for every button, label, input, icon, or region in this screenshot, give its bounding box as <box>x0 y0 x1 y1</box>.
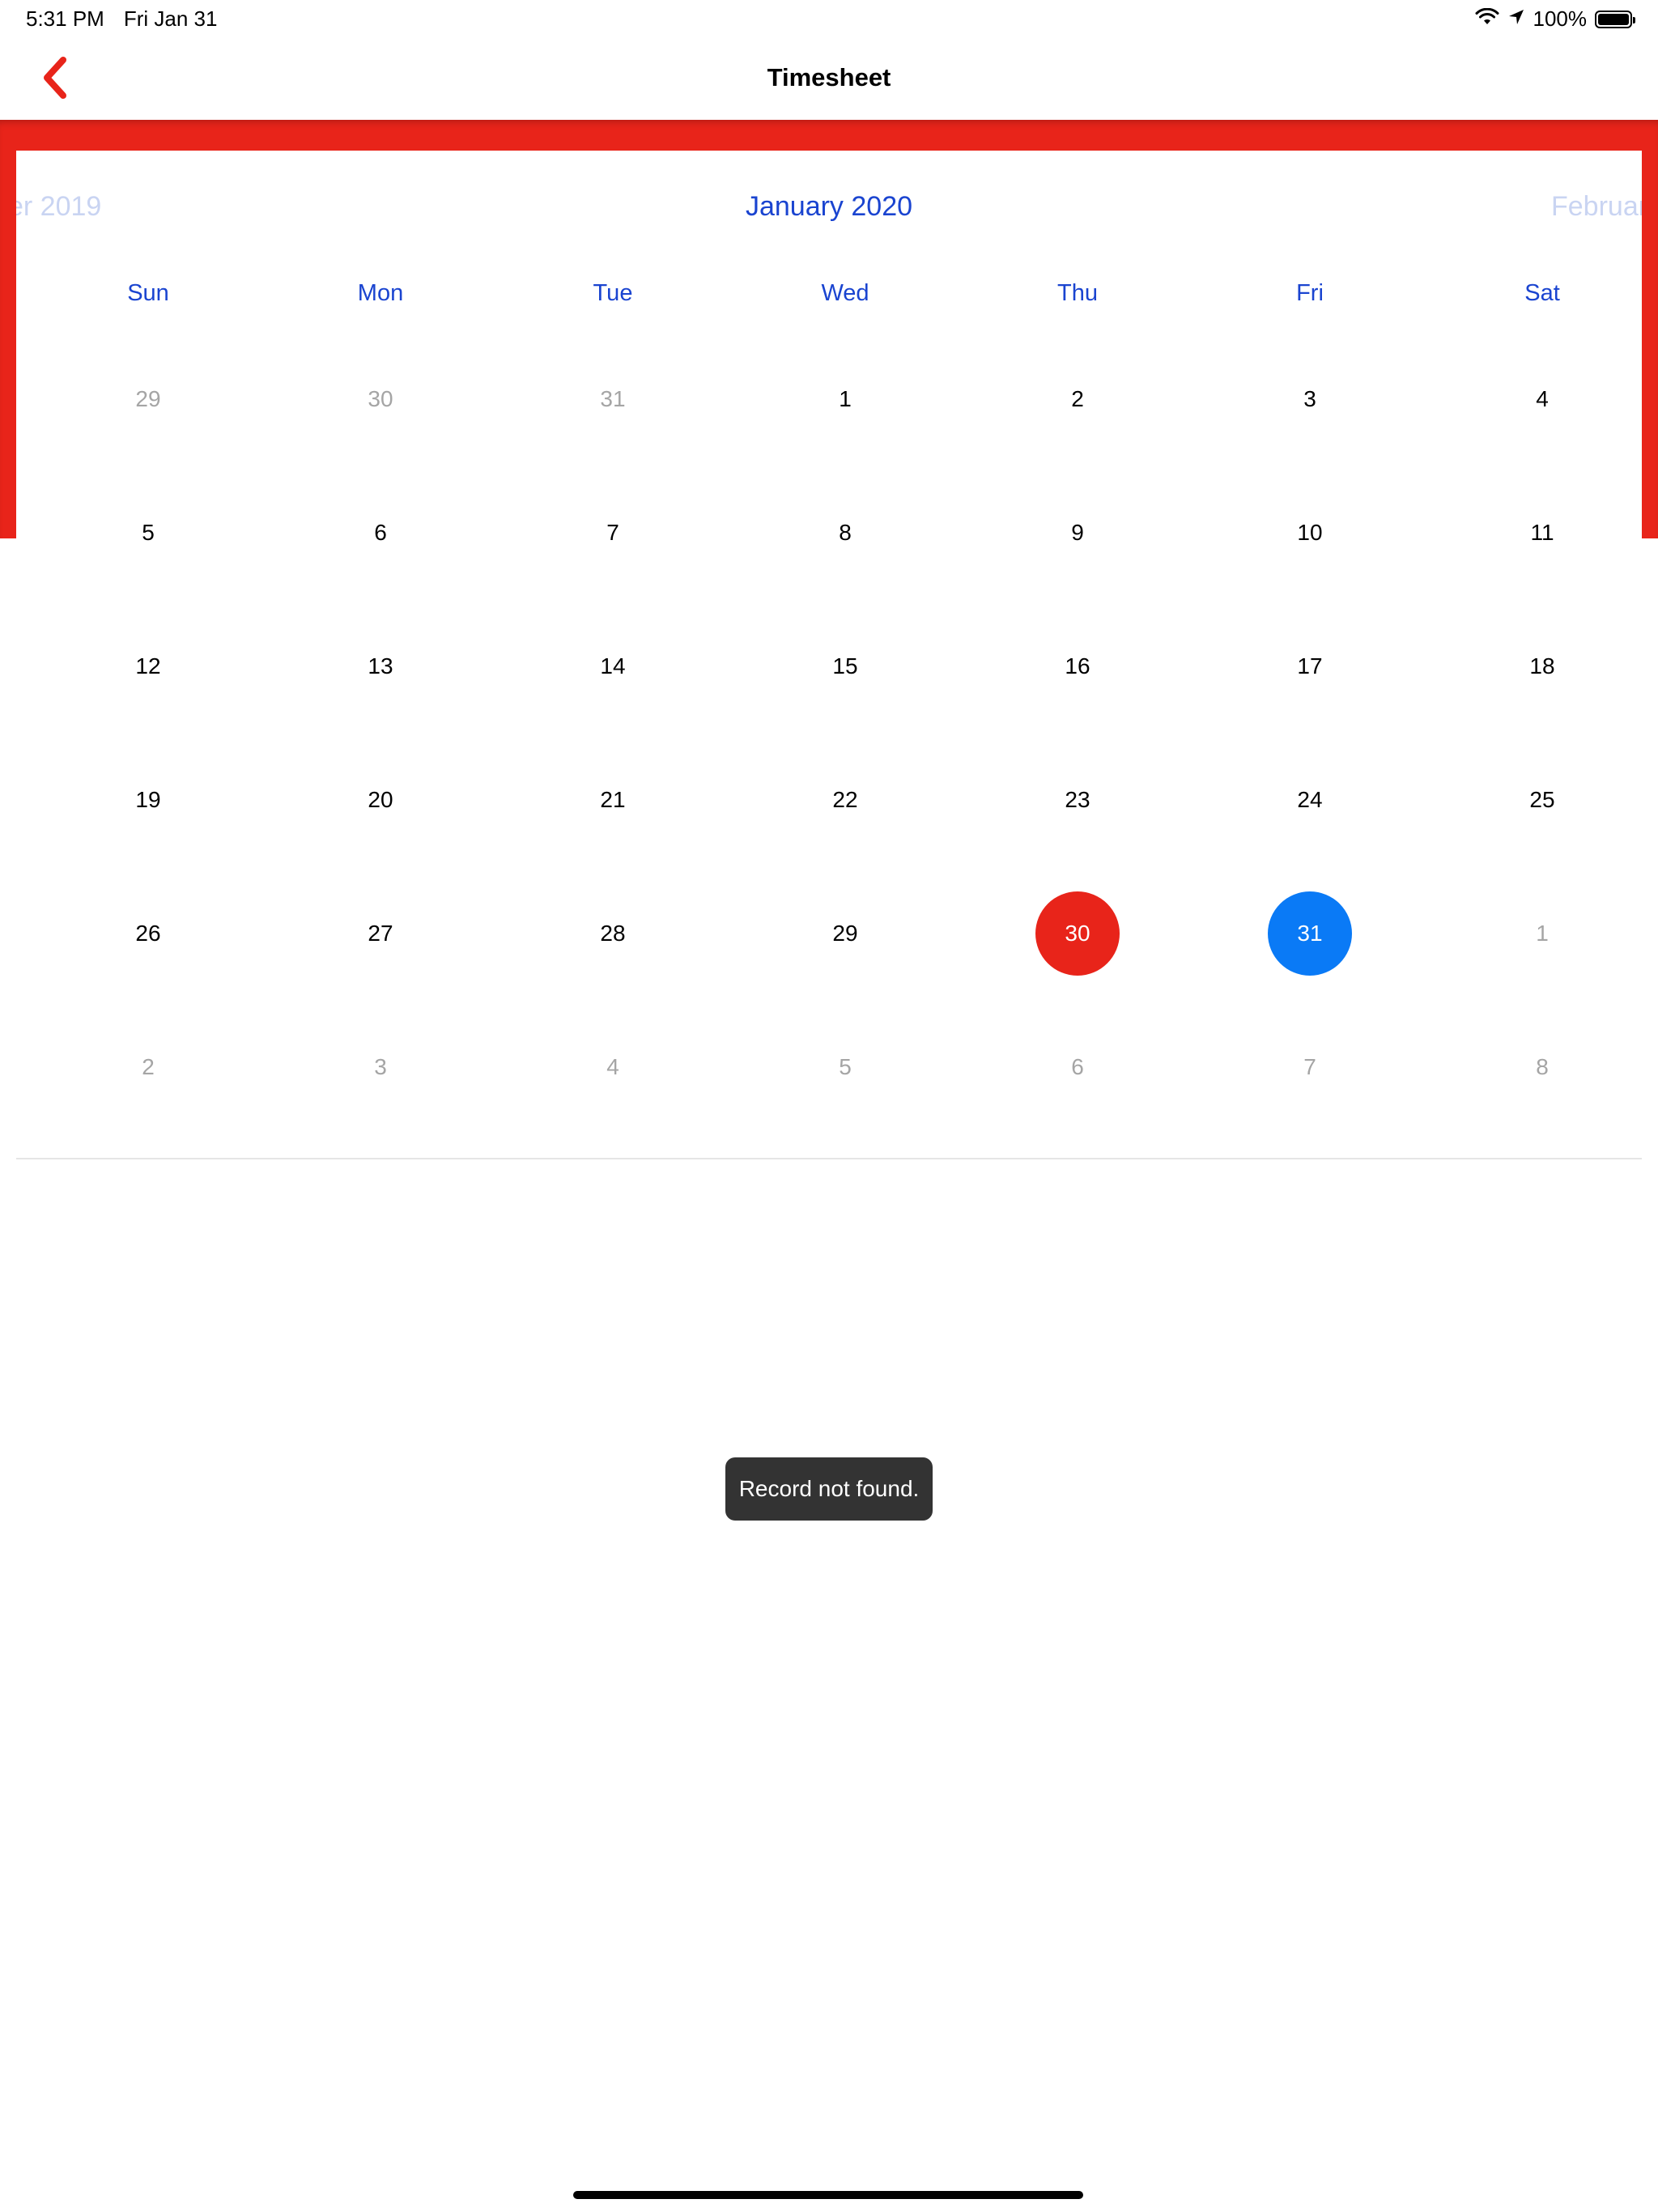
day-cell[interactable]: 12 <box>106 624 190 708</box>
weekday-label: Wed <box>821 280 869 306</box>
day-cell[interactable]: 3 <box>338 1025 423 1109</box>
next-month-label[interactable]: Februar <box>1551 191 1642 223</box>
day-cell[interactable]: 5 <box>803 1025 887 1109</box>
day-cell[interactable]: 26 <box>106 891 190 976</box>
home-indicator <box>573 2191 1083 2199</box>
day-cell[interactable]: 29 <box>106 357 190 441</box>
day-cell[interactable]: 10 <box>1268 491 1352 575</box>
day-cell[interactable]: 31 <box>571 357 655 441</box>
divider <box>16 1158 1642 1159</box>
day-cell[interactable]: 3 <box>1268 357 1352 441</box>
day-cell[interactable]: 13 <box>338 624 423 708</box>
day-cell[interactable]: 2 <box>106 1025 190 1109</box>
day-cell[interactable]: 28 <box>571 891 655 976</box>
day-cell[interactable]: 7 <box>1268 1025 1352 1109</box>
day-cell[interactable]: 1 <box>803 357 887 441</box>
current-month-label: January 2020 <box>745 191 913 222</box>
day-cell[interactable]: 14 <box>571 624 655 708</box>
location-arrow-icon <box>1507 6 1525 32</box>
today-day-cell[interactable]: 30 <box>1035 891 1120 976</box>
weekday-row: Sun Mon Tue Wed Thu Fri Sat <box>16 280 1642 321</box>
day-cell[interactable]: 7 <box>571 491 655 575</box>
day-cell[interactable]: 27 <box>338 891 423 976</box>
nav-bar: Timesheet <box>0 39 1658 120</box>
month-header: er 2019 January 2020 Februar <box>16 151 1642 264</box>
day-cell[interactable]: 5 <box>106 491 190 575</box>
battery-percent: 100% <box>1533 6 1588 31</box>
weekday-label: Sat <box>1524 280 1560 306</box>
status-date: Fri Jan 31 <box>123 6 218 31</box>
day-cell[interactable]: 23 <box>1035 758 1120 842</box>
weekday-label: Fri <box>1296 280 1324 306</box>
day-cell[interactable]: 4 <box>571 1025 655 1109</box>
day-cell[interactable]: 21 <box>571 758 655 842</box>
status-right: 100% <box>1475 6 1635 32</box>
battery-icon <box>1595 10 1635 28</box>
day-cell[interactable]: 11 <box>1500 491 1584 575</box>
day-cell[interactable]: 19 <box>106 758 190 842</box>
day-cell[interactable]: 30 <box>338 357 423 441</box>
status-bar: 5:31 PM Fri Jan 31 100% <box>0 0 1658 39</box>
toast-message: Record not found. <box>725 1457 933 1521</box>
weekday-label: Mon <box>357 280 404 306</box>
page-title: Timesheet <box>767 63 891 91</box>
day-cell[interactable]: 16 <box>1035 624 1120 708</box>
day-cell[interactable]: 1 <box>1500 891 1584 976</box>
day-cell[interactable]: 15 <box>803 624 887 708</box>
status-time: 5:31 PM <box>26 6 104 31</box>
day-cell[interactable]: 17 <box>1268 624 1352 708</box>
weekday-label: Sun <box>127 280 169 306</box>
status-left: 5:31 PM Fri Jan 31 <box>26 6 217 32</box>
day-cell[interactable]: 9 <box>1035 491 1120 575</box>
day-cell[interactable]: 20 <box>338 758 423 842</box>
day-cell[interactable]: 4 <box>1500 357 1584 441</box>
day-cell[interactable]: 22 <box>803 758 887 842</box>
weekday-label: Thu <box>1057 280 1098 306</box>
day-cell[interactable]: 2 <box>1035 357 1120 441</box>
day-cell[interactable]: 29 <box>803 891 887 976</box>
day-cell[interactable]: 25 <box>1500 758 1584 842</box>
day-cell[interactable]: 6 <box>338 491 423 575</box>
weekday-label: Tue <box>593 280 633 306</box>
day-cell[interactable]: 24 <box>1268 758 1352 842</box>
day-cell[interactable]: 18 <box>1500 624 1584 708</box>
selected-day-cell[interactable]: 31 <box>1268 891 1352 976</box>
day-cell[interactable]: 6 <box>1035 1025 1120 1109</box>
calendar: er 2019 January 2020 Februar Sun Mon Tue We… <box>16 151 1642 1158</box>
day-cell[interactable]: 8 <box>1500 1025 1584 1109</box>
wifi-icon <box>1475 6 1499 32</box>
day-cell[interactable]: 8 <box>803 491 887 575</box>
